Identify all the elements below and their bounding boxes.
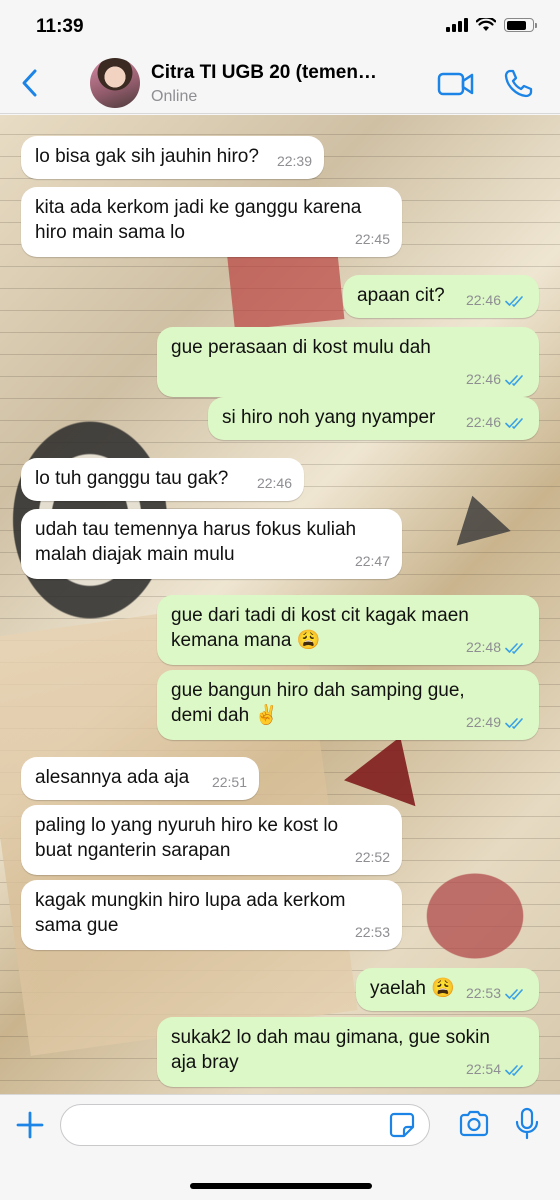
message-time: 22:49	[465, 714, 501, 730]
incoming-message[interactable]: lo tuh ganggu tau gak? 22:46	[21, 458, 304, 501]
incoming-message[interactable]: kita ada kerkom jadi ke ganggu karena hi…	[21, 187, 402, 257]
wallpaper-shoes	[400, 850, 550, 960]
chevron-left-icon[interactable]	[16, 66, 44, 100]
contact-status: Online	[151, 88, 198, 105]
outgoing-message[interactable]: sukak2 lo dah mau gimana, gue sokin aja …	[157, 1017, 539, 1087]
outgoing-message[interactable]: yaelah 😩 22:53	[356, 968, 539, 1011]
message-input[interactable]	[60, 1104, 430, 1146]
message-meta: 22:53	[355, 920, 390, 945]
message-meta: 22:48	[466, 635, 527, 660]
double-check-icon	[505, 642, 523, 654]
message-meta: 22:52	[355, 845, 390, 870]
home-indicator	[190, 1183, 372, 1189]
outgoing-message[interactable]: gue dari tadi di kost cit kagak maen kem…	[157, 595, 539, 665]
message-meta: 22:46	[466, 410, 527, 435]
message-meta: 22:39	[277, 149, 312, 174]
message-meta: 22:53	[466, 981, 527, 1006]
phone-icon[interactable]	[502, 68, 534, 100]
message-meta: 22:49	[466, 710, 527, 735]
incoming-message[interactable]: kagak mungkin hiro lupa ada kerkom sama …	[21, 880, 402, 950]
message-time: 22:47	[354, 553, 390, 569]
message-text: gue perasaan di kost mulu dah	[171, 337, 431, 358]
message-meta: 22:46	[466, 288, 527, 313]
double-check-icon	[505, 374, 523, 386]
chat-header: Citra TI UGB 20 (temen… Online	[0, 52, 560, 114]
message-time: 22:48	[465, 639, 501, 655]
message-text: paling lo yang nyuruh hiro ke kost lo bu…	[35, 815, 339, 861]
message-time: 22:45	[354, 231, 390, 247]
incoming-message[interactable]: paling lo yang nyuruh hiro ke kost lo bu…	[21, 805, 402, 875]
microphone-icon[interactable]	[514, 1107, 540, 1141]
message-time: 22:53	[354, 924, 390, 940]
double-check-icon	[505, 417, 523, 429]
message-meta: 22:46	[257, 471, 292, 496]
message-meta: 22:51	[212, 770, 247, 795]
wifi-icon	[476, 18, 496, 31]
message-text: udah tau temennya harus fokus kuliah mal…	[35, 519, 357, 565]
message-time: 22:51	[211, 774, 247, 790]
message-time: 22:54	[465, 1061, 501, 1077]
wallpaper-star	[445, 488, 511, 546]
incoming-message[interactable]: alesannya ada aja 22:51	[21, 757, 259, 800]
double-check-icon	[505, 295, 523, 307]
contact-name[interactable]: Citra TI UGB 20 (temen…	[151, 62, 421, 84]
message-time: 22:46	[465, 371, 501, 387]
chat-wallpaper: lo bisa gak sih jauhin hiro? 22:39 kita ad…	[0, 115, 560, 1094]
message-text: kita ada kerkom jadi ke ganggu karena hi…	[35, 197, 362, 243]
outgoing-message[interactable]: gue perasaan di kost mulu dah 22:46	[157, 327, 539, 397]
double-check-icon	[505, 988, 523, 1000]
avatar[interactable]	[90, 58, 140, 108]
camera-icon[interactable]	[458, 1110, 490, 1138]
status-icons	[446, 18, 537, 32]
outgoing-message[interactable]: si hiro noh yang nyamper 22:46	[208, 397, 539, 440]
message-time: 22:53	[465, 985, 501, 1001]
sticker-icon[interactable]	[389, 1112, 415, 1138]
message-time: 22:46	[465, 292, 501, 308]
message-text: lo tuh ganggu tau gak?	[35, 468, 229, 489]
plus-icon[interactable]	[14, 1109, 46, 1141]
message-time: 22:46	[465, 414, 501, 430]
incoming-message[interactable]: lo bisa gak sih jauhin hiro? 22:39	[21, 136, 324, 179]
input-bar	[0, 1094, 560, 1200]
message-meta: 22:46	[466, 367, 527, 392]
message-time: 22:46	[256, 475, 292, 491]
message-meta: 22:47	[355, 549, 390, 574]
status-time: 11:39	[36, 16, 84, 37]
message-time: 22:52	[354, 849, 390, 865]
signal-icon	[446, 18, 468, 32]
outgoing-message[interactable]: apaan cit? 22:46	[343, 275, 539, 318]
outgoing-message[interactable]: gue bangun hiro dah samping gue, demi da…	[157, 670, 539, 740]
incoming-message[interactable]: udah tau temennya harus fokus kuliah mal…	[21, 509, 402, 579]
message-time: 22:39	[276, 153, 312, 169]
message-meta: 22:45	[355, 227, 390, 252]
message-meta: 22:54	[466, 1057, 527, 1082]
double-check-icon	[505, 1064, 523, 1076]
status-bar: 11:39	[0, 0, 560, 52]
video-camera-icon[interactable]	[437, 70, 475, 98]
battery-icon	[504, 18, 537, 32]
double-check-icon	[505, 717, 523, 729]
message-text: lo bisa gak sih jauhin hiro?	[35, 146, 259, 167]
message-text: kagak mungkin hiro lupa ada kerkom sama …	[35, 890, 346, 936]
